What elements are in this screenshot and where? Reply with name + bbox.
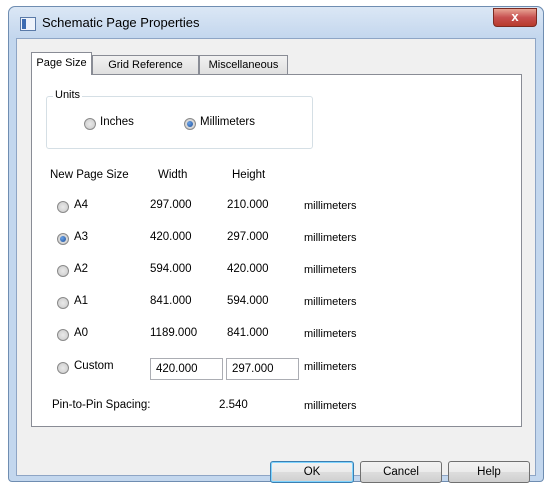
unit-label-a0: millimeters	[304, 328, 357, 340]
cancel-button[interactable]: Cancel	[360, 461, 442, 483]
inches-label[interactable]: Inches	[100, 116, 134, 128]
size-label-a0[interactable]: A0	[74, 327, 88, 339]
units-group-label: Units	[53, 89, 83, 101]
size-radio-a4[interactable]	[57, 201, 69, 213]
title-bar[interactable]: Schematic Page Properties x	[9, 7, 543, 37]
unit-label-a4: millimeters	[304, 200, 357, 212]
size-label-custom[interactable]: Custom	[74, 360, 114, 372]
page-size-panel: Units Inches Millimeters New Page Size W…	[31, 74, 522, 427]
width-value-a4: 297.000	[150, 199, 192, 211]
height-value-a2: 420.000	[227, 263, 269, 275]
size-radio-a0[interactable]	[57, 329, 69, 341]
size-radio-a3[interactable]	[57, 233, 69, 245]
tab-miscellaneous[interactable]: Miscellaneous	[199, 55, 288, 74]
unit-label-custom: millimeters	[304, 361, 357, 373]
width-value-a3: 420.000	[150, 231, 192, 243]
size-radio-a2[interactable]	[57, 265, 69, 277]
inches-radio[interactable]	[84, 118, 96, 130]
millimeters-label[interactable]: Millimeters	[200, 116, 255, 128]
dialog-window: Schematic Page Properties x Page Size Gr…	[8, 6, 544, 483]
size-label-a4[interactable]: A4	[74, 199, 88, 211]
width-value-a1: 841.000	[150, 295, 192, 307]
millimeters-radio[interactable]	[184, 118, 196, 130]
size-label-a2[interactable]: A2	[74, 263, 88, 275]
width-header: Width	[158, 169, 188, 181]
height-value-a4: 210.000	[227, 199, 269, 211]
help-button[interactable]: Help	[448, 461, 530, 483]
height-header: Height	[232, 169, 266, 181]
close-button[interactable]: x	[493, 8, 537, 27]
custom-height-input[interactable]: 297.000	[226, 358, 299, 380]
pin-spacing-unit: millimeters	[304, 400, 357, 412]
units-groupbox: Units Inches Millimeters	[46, 89, 313, 149]
new-page-size-header: New Page Size	[50, 169, 129, 181]
height-value-a0: 841.000	[227, 327, 269, 339]
height-value-a1: 594.000	[227, 295, 269, 307]
size-radio-a1[interactable]	[57, 297, 69, 309]
size-label-a1[interactable]: A1	[74, 295, 88, 307]
height-value-a3: 297.000	[227, 231, 269, 243]
size-radio-custom[interactable]	[57, 362, 69, 374]
pin-spacing-label: Pin-to-Pin Spacing:	[52, 399, 151, 411]
tab-page-size[interactable]: Page Size	[31, 52, 92, 75]
pin-spacing-value: 2.540	[219, 399, 248, 411]
tab-grid-reference[interactable]: Grid Reference	[92, 55, 199, 74]
dialog-client: Page Size Grid Reference Miscellaneous U…	[16, 38, 536, 483]
unit-label-a1: millimeters	[304, 296, 357, 308]
width-value-a0: 1189.000	[150, 327, 198, 339]
window-title: Schematic Page Properties	[42, 15, 200, 30]
custom-width-input[interactable]: 420.000	[150, 358, 223, 380]
size-label-a3[interactable]: A3	[74, 231, 88, 243]
app-icon	[20, 17, 36, 31]
unit-label-a3: millimeters	[304, 232, 357, 244]
ok-button[interactable]: OK	[270, 461, 354, 483]
width-value-a2: 594.000	[150, 263, 192, 275]
unit-label-a2: millimeters	[304, 264, 357, 276]
